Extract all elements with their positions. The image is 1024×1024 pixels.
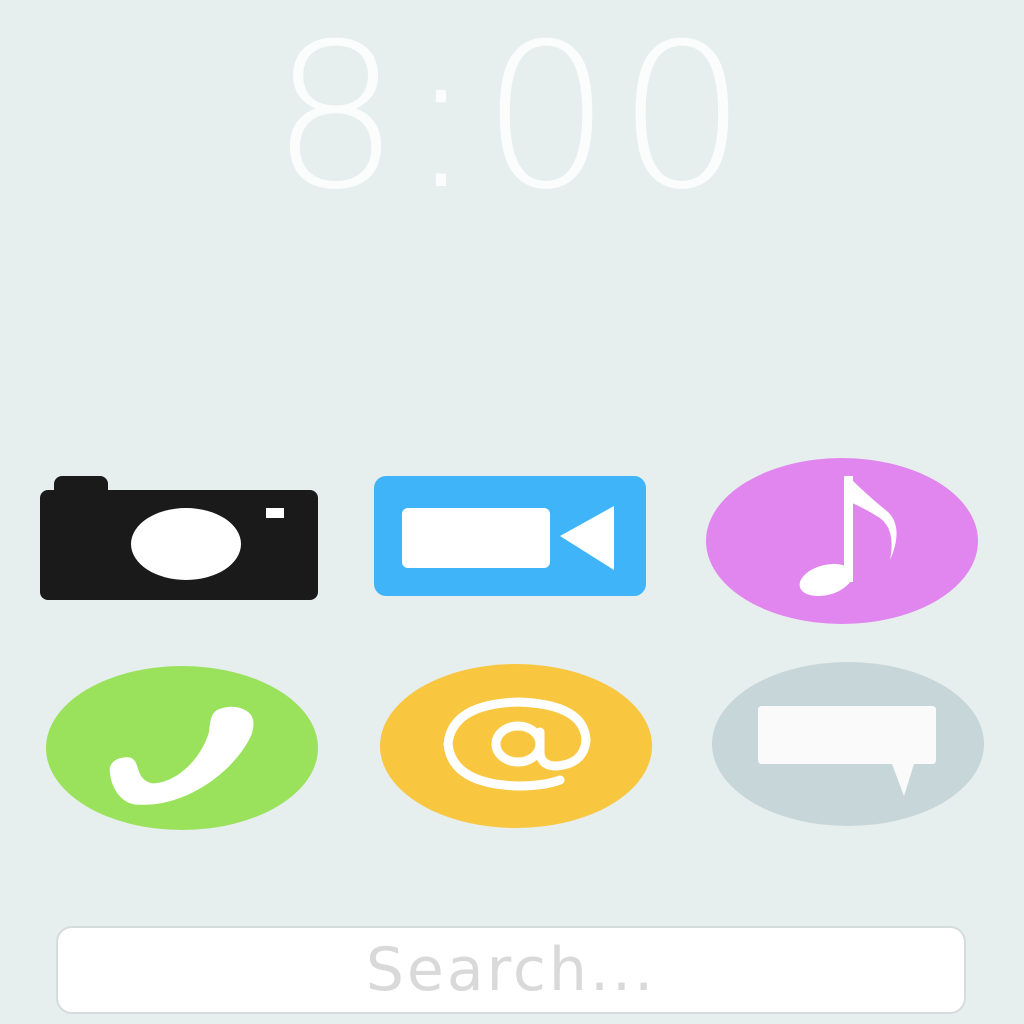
email-app-button[interactable] bbox=[378, 662, 654, 830]
clock-time: 8:00 bbox=[270, 1, 754, 234]
messages-app-button[interactable] bbox=[710, 660, 986, 828]
at-sign-icon bbox=[380, 664, 652, 828]
music-note-icon bbox=[706, 458, 978, 624]
video-camera-icon bbox=[374, 476, 646, 596]
video-app-button[interactable] bbox=[372, 474, 648, 598]
camera-icon bbox=[40, 476, 318, 600]
search-input[interactable] bbox=[58, 928, 964, 1012]
phone-app-button[interactable] bbox=[44, 664, 320, 832]
music-app-button[interactable] bbox=[704, 456, 980, 626]
home-screen: 8:00 bbox=[0, 0, 1024, 1024]
phone-icon bbox=[46, 666, 318, 830]
camera-app-button[interactable] bbox=[38, 474, 320, 604]
search-bar[interactable] bbox=[56, 926, 966, 1014]
chat-bubble-icon bbox=[712, 662, 984, 826]
